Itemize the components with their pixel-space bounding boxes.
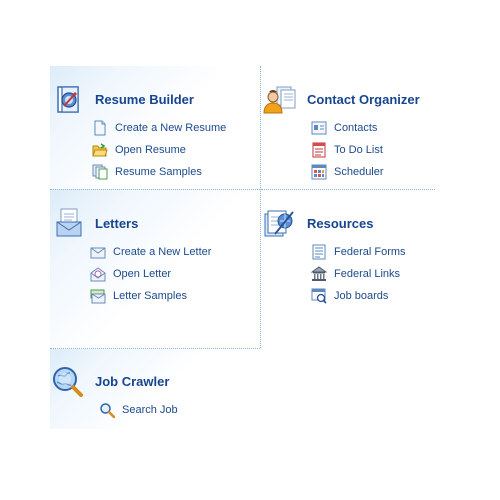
open-envelope-icon xyxy=(90,266,106,282)
letters-title[interactable]: Letters xyxy=(95,216,138,231)
scheduler-link[interactable]: Scheduler xyxy=(311,163,384,181)
vertical-divider xyxy=(260,66,261,348)
federal-links-link[interactable]: Federal Links xyxy=(311,265,400,283)
resume-compass-icon xyxy=(54,85,84,115)
search-job-label: Search Job xyxy=(122,404,178,416)
documents-stack-icon xyxy=(92,164,108,180)
horizontal-divider-right xyxy=(261,189,435,190)
envelope-stack-icon xyxy=(90,288,106,304)
open-folder-icon xyxy=(92,142,108,158)
contacts-label: Contacts xyxy=(334,122,378,134)
contact-organizer-title[interactable]: Contact Organizer xyxy=(307,92,420,107)
form-document-icon xyxy=(311,244,327,260)
todo-list-icon xyxy=(311,142,327,158)
create-new-resume-label: Create a New Resume xyxy=(115,122,227,134)
resume-samples-label: Resume Samples xyxy=(115,166,202,178)
create-new-letter-label: Create a New Letter xyxy=(113,246,212,258)
todo-list-link[interactable]: To Do List xyxy=(311,141,383,159)
federal-forms-link[interactable]: Federal Forms xyxy=(311,243,406,261)
create-new-resume-link[interactable]: Create a New Resume xyxy=(92,119,226,137)
todo-list-label: To Do List xyxy=(334,144,383,156)
resources-title[interactable]: Resources xyxy=(307,216,373,231)
open-letter-link[interactable]: Open Letter xyxy=(90,265,171,283)
open-letter-label: Open Letter xyxy=(113,268,172,280)
letter-envelope-icon xyxy=(54,208,84,238)
job-board-icon xyxy=(311,288,327,304)
horizontal-divider-left xyxy=(50,189,260,190)
globe-magnifier-icon xyxy=(52,366,83,397)
resume-builder-title[interactable]: Resume Builder xyxy=(95,92,194,107)
federal-building-icon xyxy=(311,266,327,282)
contacts-link[interactable]: Contacts xyxy=(311,119,377,137)
resume-samples-link[interactable]: Resume Samples xyxy=(92,163,202,181)
federal-links-label: Federal Links xyxy=(334,268,401,280)
open-resume-link[interactable]: Open Resume xyxy=(92,141,186,159)
address-card-icon xyxy=(311,120,327,136)
create-new-letter-link[interactable]: Create a New Letter xyxy=(90,243,211,261)
job-boards-link[interactable]: Job boards xyxy=(311,287,388,305)
letter-samples-link[interactable]: Letter Samples xyxy=(90,287,187,305)
letter-samples-label: Letter Samples xyxy=(113,290,187,302)
calendar-grid-icon xyxy=(311,164,327,180)
resources-book-icon xyxy=(263,208,294,238)
search-job-link[interactable]: Search Job xyxy=(99,401,178,419)
contact-person-icon xyxy=(263,85,296,115)
bottom-divider xyxy=(50,348,260,349)
new-envelope-icon xyxy=(90,244,106,260)
new-document-icon xyxy=(92,120,108,136)
search-icon xyxy=(99,402,115,418)
scheduler-label: Scheduler xyxy=(334,166,384,178)
job-crawler-title[interactable]: Job Crawler xyxy=(95,374,169,389)
federal-forms-label: Federal Forms xyxy=(334,246,406,258)
job-boards-label: Job boards xyxy=(334,290,389,302)
open-resume-label: Open Resume xyxy=(115,144,186,156)
